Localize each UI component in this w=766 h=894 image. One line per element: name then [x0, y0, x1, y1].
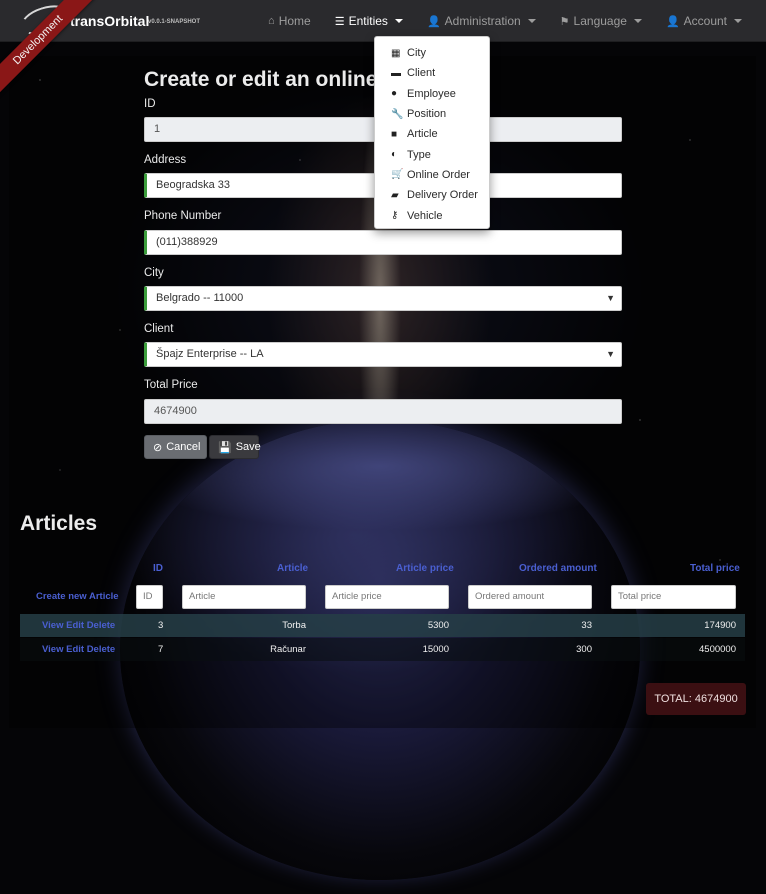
- row-actions[interactable]: View Edit Delete: [42, 638, 115, 661]
- table-row: View Edit Delete 3 Torba 5300 33 174900: [20, 614, 745, 637]
- menu-item-label: Online Order: [407, 168, 470, 181]
- cell-total-price: 4500000: [699, 644, 736, 655]
- create-article-link[interactable]: Create new Article: [36, 591, 119, 602]
- list-icon: ☰: [334, 15, 345, 28]
- shopping-cart-icon: 🛒: [391, 169, 404, 181]
- cell-article-price: 5300: [427, 620, 449, 631]
- save-button[interactable]: 💾 Save: [209, 435, 261, 459]
- wrench-icon: 🔧: [391, 108, 404, 120]
- filter-ordered-amount-input[interactable]: Ordered amount: [468, 585, 592, 609]
- column-header-article[interactable]: Article: [277, 563, 308, 574]
- cell-total-price: 174900: [704, 620, 736, 631]
- caret-down-icon: [633, 19, 642, 23]
- column-header-total-price[interactable]: Total price: [690, 563, 740, 574]
- total-badge: TOTAL: 4674900: [646, 683, 746, 715]
- client-label: Client: [144, 323, 174, 335]
- cancel-button-label: Cancel: [166, 441, 201, 453]
- cell-ordered-amount: 300: [576, 644, 592, 655]
- menu-item-online-order[interactable]: 🛒 Online Order: [375, 165, 489, 185]
- save-button-label: Save: [235, 441, 261, 453]
- nav-item-label: Home: [278, 14, 311, 28]
- page-title: Create or edit an online: [144, 68, 378, 91]
- key-icon: ⚷: [391, 210, 399, 222]
- filter-article-price-input[interactable]: Article price: [325, 585, 449, 609]
- menu-item-vehicle[interactable]: ⚷ Vehicle: [375, 205, 489, 225]
- cell-article: Računar: [270, 644, 306, 655]
- menu-item-city[interactable]: ▦ City: [375, 43, 489, 63]
- nav-item-account[interactable]: 👤 Account: [654, 0, 754, 42]
- column-header-id[interactable]: ID: [153, 563, 163, 574]
- filter-article-input[interactable]: Article: [182, 585, 306, 609]
- floppy-disk-icon: 💾: [218, 441, 232, 454]
- filter-id-input[interactable]: ID: [136, 585, 163, 609]
- caret-down-icon: [527, 19, 536, 23]
- city-select[interactable]: Belgrado -- 11000 ▼: [144, 286, 622, 311]
- flag-icon: ⚑: [559, 15, 570, 28]
- total-price-field[interactable]: 4674900: [144, 399, 622, 424]
- menu-item-type[interactable]: ◐ Type: [375, 144, 489, 164]
- nav-item-label: Entities: [348, 14, 388, 28]
- caret-down-icon: [394, 19, 403, 23]
- menu-item-label: Position: [407, 108, 447, 121]
- nav-item-language[interactable]: ⚑ Language: [548, 0, 654, 42]
- address-label: Address: [144, 154, 187, 166]
- menu-item-label: Client: [407, 67, 436, 80]
- phone-label: Phone Number: [144, 210, 222, 222]
- menu-item-label: City: [407, 47, 426, 60]
- menu-item-label: Article: [407, 128, 438, 141]
- nav-menu: ⌂ Home ☰ Entities 👤 Administration ⚑ Lan…: [256, 0, 754, 42]
- column-header-ordered-amount[interactable]: Ordered amount: [519, 563, 597, 574]
- cell-ordered-amount: 33: [581, 620, 592, 631]
- articles-title: Articles: [20, 512, 98, 535]
- menu-item-article[interactable]: ■ Article: [375, 124, 489, 144]
- menu-item-label: Delivery Order: [407, 189, 478, 202]
- cell-id: 3: [158, 620, 164, 631]
- nav-item-home[interactable]: ⌂ Home: [256, 0, 323, 42]
- menu-item-label: Type: [407, 148, 431, 161]
- nav-item-label: Administration: [444, 14, 521, 28]
- brand-version: v0.0.1-SNAPSHOT: [148, 19, 201, 25]
- ban-icon: ⊘: [153, 441, 163, 454]
- cell-id: 7: [158, 644, 164, 655]
- cell-article: Torba: [282, 620, 306, 631]
- select-arrow-icon: ▼: [606, 349, 615, 359]
- orbit-logo-icon: [17, 0, 73, 41]
- menu-item-delivery-order[interactable]: ▰ Delivery Order: [375, 185, 489, 205]
- total-price-label: Total Price: [144, 379, 198, 391]
- row-actions[interactable]: View Edit Delete: [42, 614, 115, 637]
- user-icon: 👤: [665, 15, 680, 28]
- home-icon: ⌂: [268, 15, 275, 27]
- column-header-article-price[interactable]: Article price: [396, 563, 454, 574]
- filter-total-price-input[interactable]: Total price: [611, 585, 736, 609]
- nav-item-label: Account: [683, 14, 727, 28]
- city-select-value: Belgrado -- 11000: [156, 292, 244, 304]
- building-icon: ▦: [391, 47, 401, 59]
- user-icon: ●: [391, 88, 398, 100]
- menu-item-label: Vehicle: [407, 209, 443, 222]
- select-arrow-icon: ▼: [606, 293, 615, 303]
- cell-article-price: 15000: [422, 644, 449, 655]
- brand-name: transOrbital: [70, 13, 150, 29]
- shopping-bag-icon: ■: [391, 128, 398, 140]
- menu-item-employee[interactable]: ● Employee: [375, 84, 489, 104]
- phone-field[interactable]: (011)388929: [144, 230, 622, 255]
- user-plus-icon: 👤: [426, 15, 441, 28]
- adjust-icon: ◐: [391, 149, 398, 161]
- truck-icon: ▰: [391, 189, 399, 201]
- menu-item-position[interactable]: 🔧 Position: [375, 104, 489, 124]
- client-select[interactable]: Špajz Enterprise -- LA ▼: [144, 342, 622, 367]
- entities-dropdown-menu: ▦ City ▬ Client ● Employee 🔧 Position ■ …: [374, 36, 490, 229]
- id-label: ID: [144, 98, 156, 110]
- menu-item-client[interactable]: ▬ Client: [375, 63, 489, 83]
- cancel-button[interactable]: ⊘ Cancel: [144, 435, 207, 459]
- caret-down-icon: [734, 19, 742, 23]
- city-label: City: [144, 267, 164, 279]
- menu-item-label: Employee: [407, 87, 456, 100]
- nav-item-label: Language: [573, 14, 627, 28]
- briefcase-icon: ▬: [391, 67, 401, 79]
- client-select-value: Špajz Enterprise -- LA: [156, 348, 264, 360]
- table-row: View Edit Delete 7 Računar 15000 300 450…: [20, 638, 745, 661]
